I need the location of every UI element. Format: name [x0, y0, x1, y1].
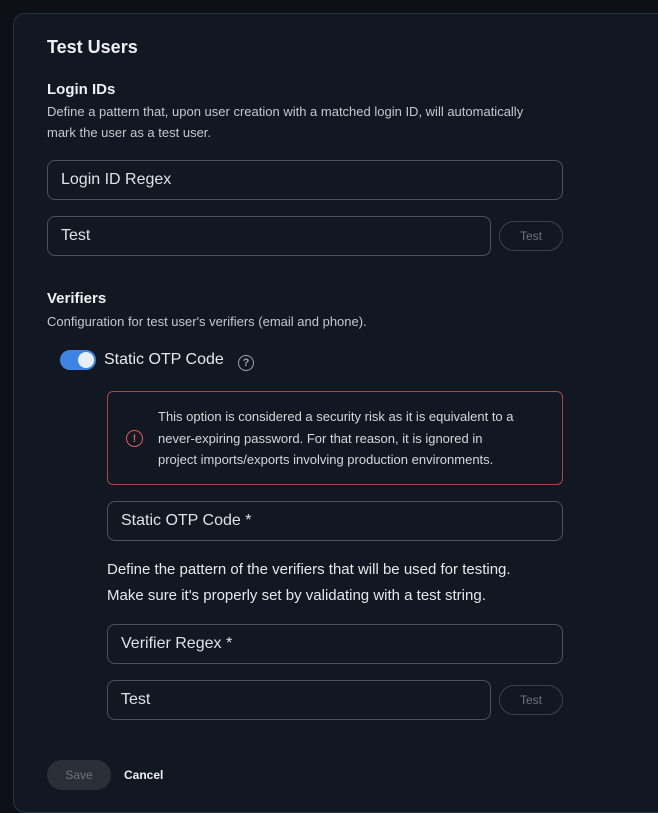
verifier-test-button[interactable]: Test	[499, 685, 563, 715]
login-ids-description-line2: mark the user as a test user.	[47, 125, 212, 140]
static-otp-toggle[interactable]	[60, 350, 96, 370]
login-ids-description: Define a pattern that, upon user creatio…	[47, 101, 523, 143]
login-id-test-input[interactable]: Test	[47, 216, 491, 256]
verifier-pattern-description: Define the pattern of the verifiers that…	[107, 557, 511, 608]
test-users-card: Test Users Login IDs Define a pattern th…	[13, 13, 658, 813]
login-id-regex-placeholder: Login ID Regex	[61, 171, 172, 188]
pattern-desc-line1: Define the pattern of the verifiers that…	[107, 561, 511, 578]
save-button[interactable]: Save	[47, 760, 111, 790]
static-otp-code-placeholder: Static OTP Code *	[121, 512, 252, 529]
static-otp-toggle-label: Static OTP Code	[104, 351, 224, 368]
verifier-regex-placeholder: Verifier Regex *	[121, 635, 233, 652]
warning-line2: never-expiring password. For that reason…	[158, 430, 483, 446]
page-title: Test Users	[47, 37, 138, 57]
verifiers-description: Configuration for test user's verifiers …	[47, 314, 367, 329]
question-circle-icon[interactable]: ?	[238, 355, 254, 371]
login-id-test-button[interactable]: Test	[499, 221, 563, 251]
login-ids-description-line1: Define a pattern that, upon user creatio…	[47, 104, 524, 119]
pattern-desc-line2: Make sure it's properly set by validatin…	[107, 586, 486, 604]
security-warning-text: This option is considered a security ris…	[158, 406, 548, 471]
warning-line3: project imports/exports involving produc…	[158, 452, 494, 467]
verifier-regex-input[interactable]: Verifier Regex *	[107, 624, 563, 664]
toggle-knob	[78, 352, 94, 368]
warning-line1: This option is considered a security ris…	[158, 409, 514, 424]
login-ids-title: Login IDs	[47, 81, 116, 98]
security-warning-alert: ! This option is considered a security r…	[107, 391, 563, 485]
alert-circle-icon: !	[126, 430, 143, 447]
verifiers-title: Verifiers	[47, 290, 107, 307]
login-id-regex-input[interactable]: Login ID Regex	[47, 160, 563, 200]
verifier-test-placeholder: Test	[121, 691, 151, 708]
login-id-test-placeholder: Test	[61, 227, 91, 244]
cancel-button[interactable]: Cancel	[124, 760, 163, 790]
static-otp-code-input[interactable]: Static OTP Code *	[107, 501, 563, 541]
verifier-test-input[interactable]: Test	[107, 680, 491, 720]
